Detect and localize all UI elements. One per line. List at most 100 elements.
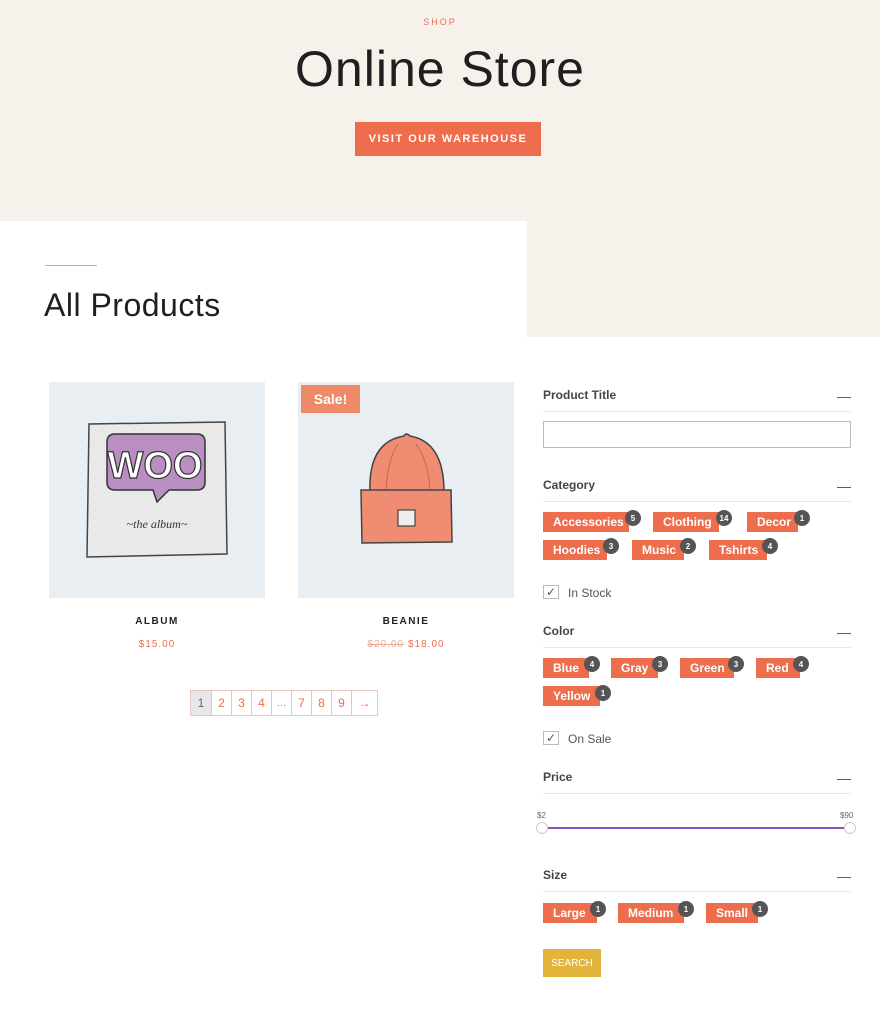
price-slider-max-handle[interactable] xyxy=(844,822,856,834)
product-card-beanie[interactable]: Sale! BEANIE $20.00 $18.00 xyxy=(298,382,514,650)
filter-header-product-title[interactable]: Product Title — xyxy=(543,388,851,406)
category-tag-tshirts[interactable]: Tshirts xyxy=(709,540,767,560)
tag-label: Yellow xyxy=(553,689,591,703)
count-badge: 1 xyxy=(590,901,606,917)
category-tag-clothing[interactable]: Clothing xyxy=(653,512,719,532)
color-tag-green[interactable]: Green xyxy=(680,658,734,678)
color-tag-blue[interactable]: Blue xyxy=(543,658,589,678)
pagination: 1 2 3 4 … 7 8 9 → xyxy=(190,690,378,716)
tag-label: Large xyxy=(553,906,586,920)
category-tag-music[interactable]: Music xyxy=(632,540,684,560)
divider xyxy=(543,891,851,892)
tag-label: Medium xyxy=(628,906,674,920)
woo-logo-text: WOO xyxy=(108,445,203,487)
count-badge: 1 xyxy=(595,685,611,701)
category-tag-decor[interactable]: Decor xyxy=(747,512,798,532)
page-link[interactable]: 8 xyxy=(311,691,331,715)
size-tag-small[interactable]: Small xyxy=(706,903,758,923)
tag-label: Red xyxy=(766,661,789,675)
count-badge: 1 xyxy=(752,901,768,917)
product-price: $20.00 $18.00 xyxy=(298,639,514,650)
search-button[interactable]: SEARCH xyxy=(543,949,601,977)
product-price-current: $18.00 xyxy=(408,639,445,650)
price-max-label: $90 xyxy=(840,811,854,820)
visit-warehouse-button[interactable]: VISIT OUR WAREHOUSE xyxy=(355,122,541,156)
tag-label: Music xyxy=(642,543,677,557)
on-sale-label: On Sale xyxy=(568,732,612,746)
album-art-image: WOO ~the album~ xyxy=(86,421,228,558)
collapse-icon[interactable]: — xyxy=(837,478,851,494)
category-tag-hoodies[interactable]: Hoodies xyxy=(543,540,607,560)
filter-header-size[interactable]: Size — xyxy=(543,868,851,886)
divider xyxy=(543,793,851,794)
count-badge: 1 xyxy=(678,901,694,917)
hero-eyebrow: SHOP xyxy=(423,17,457,27)
product-price: $15.00 xyxy=(49,639,265,650)
collapse-icon[interactable]: — xyxy=(837,388,851,404)
size-tag-large[interactable]: Large xyxy=(543,903,597,923)
product-card-album[interactable]: WOO ~the album~ ALBUM $15.00 xyxy=(49,382,265,650)
price-slider-min-handle[interactable] xyxy=(536,822,548,834)
product-name[interactable]: BEANIE xyxy=(298,616,514,627)
filter-header-category[interactable]: Category — xyxy=(543,478,851,496)
divider xyxy=(543,647,851,648)
page-link[interactable]: 3 xyxy=(231,691,251,715)
page-link[interactable]: 2 xyxy=(211,691,231,715)
product-name[interactable]: ALBUM xyxy=(49,616,265,627)
hero-banner: SHOP Online Store VISIT OUR WAREHOUSE xyxy=(0,0,880,221)
tag-label: Hoodies xyxy=(553,543,601,557)
product-image-beanie[interactable]: Sale! xyxy=(298,382,514,598)
product-price-current: $15.00 xyxy=(138,639,176,650)
in-stock-label: In Stock xyxy=(568,586,612,600)
divider xyxy=(543,411,851,412)
tag-label: Decor xyxy=(757,515,792,529)
collapse-icon[interactable]: — xyxy=(837,770,851,786)
price-slider-track[interactable] xyxy=(542,827,850,829)
count-badge: 4 xyxy=(762,538,778,554)
color-tag-yellow[interactable]: Yellow xyxy=(543,686,600,706)
count-badge: 1 xyxy=(794,510,810,526)
filter-label: Product Title xyxy=(543,388,617,402)
page-ellipsis: … xyxy=(271,691,291,715)
divider xyxy=(543,501,851,502)
tag-label: Blue xyxy=(553,661,580,675)
product-title-input[interactable] xyxy=(543,421,851,448)
count-badge: 14 xyxy=(716,510,732,526)
count-badge: 3 xyxy=(652,656,668,672)
count-badge: 3 xyxy=(603,538,619,554)
section-title: All Products xyxy=(44,287,221,323)
color-tag-gray[interactable]: Gray xyxy=(611,658,658,678)
tag-label: Green xyxy=(690,661,725,675)
tag-label: Small xyxy=(716,906,749,920)
hero-extension xyxy=(527,221,880,337)
page-link[interactable]: 9 xyxy=(331,691,351,715)
beanie-image xyxy=(360,433,453,544)
count-badge: 2 xyxy=(680,538,696,554)
in-stock-checkbox[interactable]: ✓ xyxy=(543,585,559,599)
collapse-icon[interactable]: — xyxy=(837,868,851,884)
album-caption: ~the album~ xyxy=(127,517,188,531)
tag-label: Clothing xyxy=(663,515,712,529)
page-link-current[interactable]: 1 xyxy=(191,691,211,715)
tag-label: Tshirts xyxy=(719,543,759,557)
on-sale-checkbox[interactable]: ✓ xyxy=(543,731,559,745)
count-badge: 4 xyxy=(793,656,809,672)
section-rule xyxy=(45,265,97,266)
collapse-icon[interactable]: — xyxy=(837,624,851,640)
filter-label: Category xyxy=(543,478,596,492)
filter-header-color[interactable]: Color — xyxy=(543,624,851,642)
filter-header-price[interactable]: Price — xyxy=(543,770,851,788)
count-badge: 4 xyxy=(584,656,600,672)
product-price-old: $20.00 xyxy=(367,639,404,650)
product-image-album[interactable]: WOO ~the album~ xyxy=(49,382,265,598)
tag-label: Accessories xyxy=(553,515,624,529)
filter-label: Size xyxy=(543,868,568,882)
next-page-arrow-icon[interactable]: → xyxy=(351,691,377,715)
sale-badge: Sale! xyxy=(301,385,360,413)
filter-label: Color xyxy=(543,624,575,638)
size-tag-medium[interactable]: Medium xyxy=(618,903,684,923)
page-link[interactable]: 4 xyxy=(251,691,271,715)
count-badge: 3 xyxy=(728,656,744,672)
category-tag-accessories[interactable]: Accessories xyxy=(543,512,629,532)
page-link[interactable]: 7 xyxy=(291,691,311,715)
